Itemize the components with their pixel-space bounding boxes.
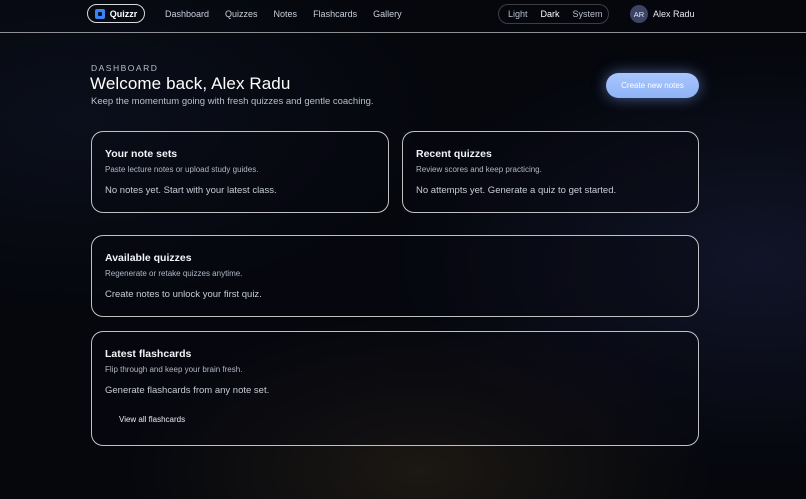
avatar[interactable]: AR (630, 5, 648, 23)
card-empty-state: Generate flashcards from any note set. (105, 385, 270, 396)
page-eyebrow: DASHBOARD (91, 63, 159, 73)
theme-option-system[interactable]: System (573, 9, 603, 19)
card-empty-state: No notes yet. Start with your latest cla… (105, 185, 277, 196)
card-description: Paste lecture notes or upload study guid… (105, 165, 259, 174)
page-subtitle: Keep the momentum going with fresh quizz… (91, 96, 374, 107)
nav-link-notes[interactable]: Notes (274, 9, 298, 19)
card-title: Your note sets (105, 148, 178, 160)
theme-option-dark[interactable]: Dark (541, 9, 560, 19)
card-description: Review scores and keep practicing. (416, 165, 542, 174)
user-name[interactable]: Alex Radu (653, 9, 695, 19)
theme-switch: Light Dark System (498, 4, 609, 24)
note-sets-card: Your note sets Paste lecture notes or up… (91, 131, 389, 213)
card-empty-state: Create notes to unlock your first quiz. (105, 289, 262, 300)
card-description: Regenerate or retake quizzes anytime. (105, 269, 243, 278)
latest-flashcards-card: Latest flashcards Flip through and keep … (91, 331, 699, 446)
brand-logo[interactable]: Quizzr (87, 4, 145, 23)
nav-link-flashcards[interactable]: Flashcards (313, 9, 357, 19)
quizzr-logo-icon (94, 8, 105, 19)
brand-name: Quizzr (109, 8, 138, 19)
card-title: Recent quizzes (416, 148, 492, 160)
card-title: Latest flashcards (105, 348, 192, 360)
view-all-flashcards-link[interactable]: View all flashcards (119, 415, 185, 424)
nav-link-quizzes[interactable]: Quizzes (225, 9, 258, 19)
page-title: Welcome back, Alex Radu (90, 74, 291, 93)
nav-link-gallery[interactable]: Gallery (373, 9, 402, 19)
card-description: Flip through and keep your brain fresh. (105, 365, 243, 374)
create-new-notes-button[interactable]: Create new notes (606, 73, 699, 98)
theme-option-light[interactable]: Light (508, 9, 528, 19)
top-nav: Quizzr Dashboard Quizzes Notes Flashcard… (0, 0, 806, 33)
card-empty-state: No attempts yet. Generate a quiz to get … (416, 185, 617, 196)
available-quizzes-card: Available quizzes Regenerate or retake q… (91, 235, 699, 317)
recent-quizzes-card: Recent quizzes Review scores and keep pr… (402, 131, 699, 213)
nav-links: Dashboard Quizzes Notes Flashcards Galle… (165, 9, 418, 19)
nav-link-dashboard[interactable]: Dashboard (165, 9, 209, 19)
card-title: Available quizzes (105, 252, 192, 264)
